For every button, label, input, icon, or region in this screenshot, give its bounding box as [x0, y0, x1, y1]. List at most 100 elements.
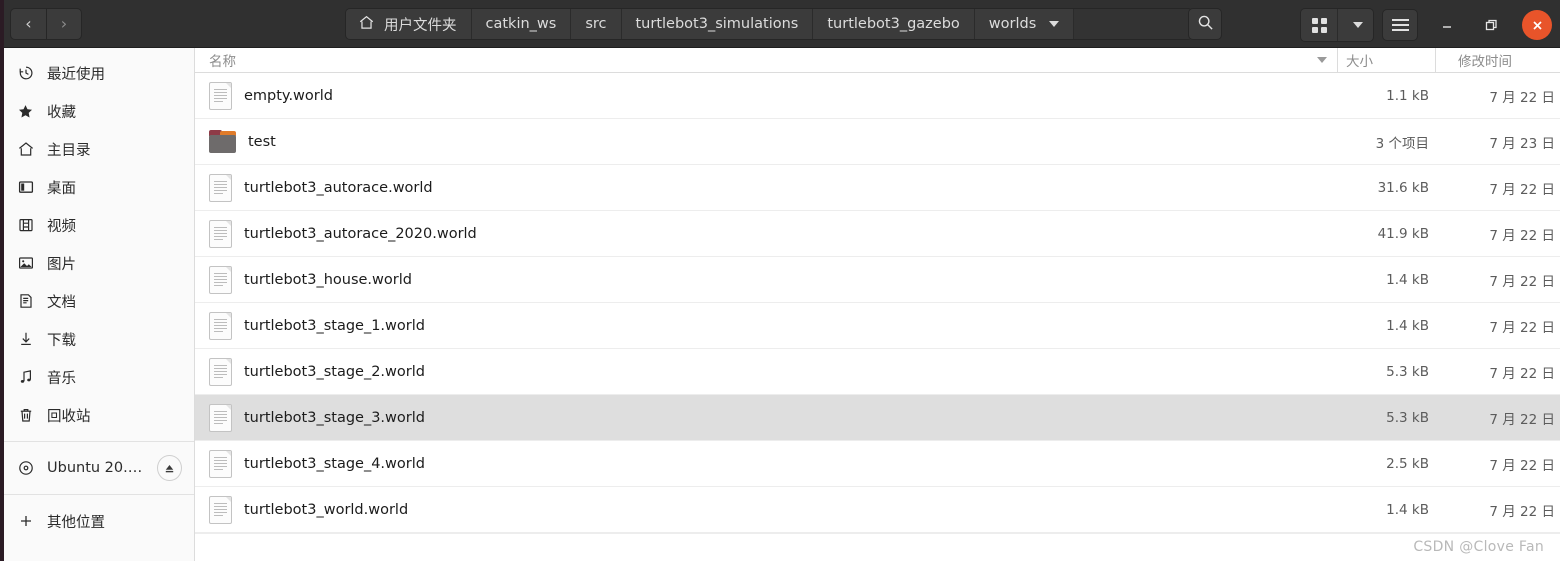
file-name-cell: empty.world	[195, 81, 1337, 110]
sidebar-item-label: 主目录	[47, 142, 91, 159]
sidebar-item-home[interactable]: 主目录	[0, 130, 194, 168]
column-header-name[interactable]: 名称	[195, 50, 1337, 70]
file-size: 31.6 kB	[1377, 179, 1429, 196]
table-row[interactable]: turtlebot3_autorace.world 31.6 kB 7 月 22…	[195, 165, 1560, 211]
file-modified: 7 月 22 日	[1489, 181, 1555, 198]
breadcrumb-label: src	[585, 16, 607, 32]
table-row[interactable]: turtlebot3_stage_4.world 2.5 kB 7 月 22 日	[195, 441, 1560, 487]
breadcrumb-item-home[interactable]: 用户文件夹	[346, 9, 472, 39]
file-name: turtlebot3_autorace_2020.world	[244, 225, 477, 242]
breadcrumb-item-worlds[interactable]: worlds	[974, 9, 1075, 39]
grid-view-icon	[1311, 17, 1327, 33]
file-rows: empty.world 1.1 kB 7 月 22 日 test 3 个项目 7…	[195, 73, 1560, 561]
file-name: empty.world	[244, 87, 333, 104]
breadcrumb-label: catkin_ws	[485, 16, 557, 32]
titlebar: ‹ › 用户文件夹 catkin_ws src turtlebot3_simul…	[0, 0, 1560, 48]
column-header-size[interactable]: 大小	[1337, 48, 1435, 72]
file-modified: 7 月 22 日	[1489, 227, 1555, 244]
document-file-icon	[209, 357, 232, 386]
sidebar-divider	[0, 494, 194, 495]
table-row-selected[interactable]: turtlebot3_stage_3.world 5.3 kB 7 月 22 日	[195, 395, 1560, 441]
document-file-icon	[209, 219, 232, 248]
sidebar-item-label: 其他位置	[47, 514, 105, 531]
sort-descending-icon	[1317, 57, 1327, 63]
sidebar-item-label: 最近使用	[47, 66, 105, 83]
table-row[interactable]: turtlebot3_house.world 1.4 kB 7 月 22 日	[195, 257, 1560, 303]
table-row[interactable]: turtlebot3_autorace_2020.world 41.9 kB 7…	[195, 211, 1560, 257]
table-row[interactable]: test 3 个项目 7 月 23 日	[195, 119, 1560, 165]
search-icon	[1197, 14, 1214, 35]
home-icon	[358, 14, 375, 35]
sidebar-item-ubuntu-volume[interactable]: Ubuntu 20.0…	[0, 449, 194, 487]
trash-icon	[16, 406, 35, 425]
file-name: turtlebot3_stage_3.world	[244, 409, 425, 426]
file-name: turtlebot3_autorace.world	[244, 179, 433, 196]
desktop-icon	[16, 178, 35, 197]
eject-icon	[165, 464, 174, 472]
sidebar-item-desktop[interactable]: 桌面	[0, 168, 194, 206]
document-file-icon	[209, 495, 232, 524]
window-controls-group	[1300, 8, 1552, 42]
file-modified: 7 月 23 日	[1489, 135, 1555, 152]
file-modified: 7 月 22 日	[1489, 457, 1555, 474]
sidebar-item-trash[interactable]: 回收站	[0, 396, 194, 434]
file-name: turtlebot3_house.world	[244, 271, 412, 288]
sidebar-item-downloads[interactable]: 下载	[0, 320, 194, 358]
file-name-cell: turtlebot3_autorace.world	[195, 173, 1337, 202]
back-button[interactable]: ‹	[10, 7, 46, 40]
file-modified: 7 月 22 日	[1489, 319, 1555, 336]
file-name-cell: test	[195, 130, 1337, 153]
breadcrumb-item-src[interactable]: src	[571, 9, 622, 39]
minimize-icon	[1443, 26, 1451, 28]
sidebar-item-music[interactable]: 音乐	[0, 358, 194, 396]
sidebar-item-documents[interactable]: 文档	[0, 282, 194, 320]
breadcrumb-item-catkin-ws[interactable]: catkin_ws	[471, 9, 572, 39]
file-name: test	[248, 133, 276, 150]
sidebar-item-label: 图片	[47, 256, 76, 273]
file-size: 3 个项目	[1375, 135, 1429, 152]
table-row[interactable]: turtlebot3_stage_2.world 5.3 kB 7 月 22 日	[195, 349, 1560, 395]
column-headers: 名称 大小 修改时间	[195, 48, 1560, 73]
table-row[interactable]: turtlebot3_world.world 1.4 kB 7 月 22 日	[195, 487, 1560, 533]
window-left-edge-strip	[0, 0, 4, 561]
sidebar-item-videos[interactable]: 视频	[0, 206, 194, 244]
file-size: 1.4 kB	[1386, 317, 1429, 334]
main-menu-button[interactable]	[1382, 9, 1418, 41]
file-name-cell: turtlebot3_world.world	[195, 495, 1337, 524]
breadcrumb-item-turtlebot3-gazebo[interactable]: turtlebot3_gazebo	[813, 9, 975, 39]
chevron-down-icon	[1352, 22, 1363, 28]
file-size: 2.5 kB	[1386, 455, 1429, 472]
sidebar-item-label: 文档	[47, 294, 76, 311]
table-row[interactable]: empty.world 1.1 kB 7 月 22 日	[195, 73, 1560, 119]
maximize-icon	[1485, 19, 1497, 31]
grid-view-button[interactable]	[1301, 9, 1337, 41]
chevron-down-icon[interactable]	[1049, 21, 1060, 27]
search-button[interactable]	[1188, 8, 1222, 40]
file-size: 1.4 kB	[1386, 271, 1429, 288]
close-button[interactable]	[1522, 10, 1552, 40]
table-row[interactable]: turtlebot3_stage_1.world 1.4 kB 7 月 22 日	[195, 303, 1560, 349]
file-name-cell: turtlebot3_stage_4.world	[195, 449, 1337, 478]
sidebar-item-recent[interactable]: 最近使用	[0, 54, 194, 92]
document-file-icon	[209, 449, 232, 478]
view-options-button[interactable]	[1337, 9, 1373, 41]
file-name: turtlebot3_stage_1.world	[244, 317, 425, 334]
breadcrumb-item-turtlebot3-simulations[interactable]: turtlebot3_simulations	[621, 9, 814, 39]
path-entry-field[interactable]	[1074, 9, 1193, 39]
forward-button[interactable]: ›	[46, 7, 82, 40]
sidebar-item-pictures[interactable]: 图片	[0, 244, 194, 282]
file-modified: 7 月 22 日	[1489, 89, 1555, 106]
minimize-button[interactable]	[1432, 10, 1462, 40]
breadcrumb-label: turtlebot3_simulations	[635, 16, 799, 32]
eject-button[interactable]	[157, 455, 182, 481]
maximize-button[interactable]	[1476, 10, 1506, 40]
plus-icon	[16, 512, 35, 531]
sidebar-item-starred[interactable]: 收藏	[0, 92, 194, 130]
breadcrumb-label: worlds	[988, 16, 1037, 32]
close-icon	[1532, 20, 1542, 30]
sidebar-item-other-locations[interactable]: 其他位置	[0, 502, 194, 540]
file-name-cell: turtlebot3_stage_2.world	[195, 357, 1337, 386]
column-header-modified[interactable]: 修改时间	[1435, 48, 1560, 72]
file-modified: 7 月 22 日	[1489, 411, 1555, 428]
window-body: 最近使用 收藏 主目录 桌面 视频 图片 文档 下载 音乐 回收站 Ubuntu…	[0, 48, 1560, 561]
